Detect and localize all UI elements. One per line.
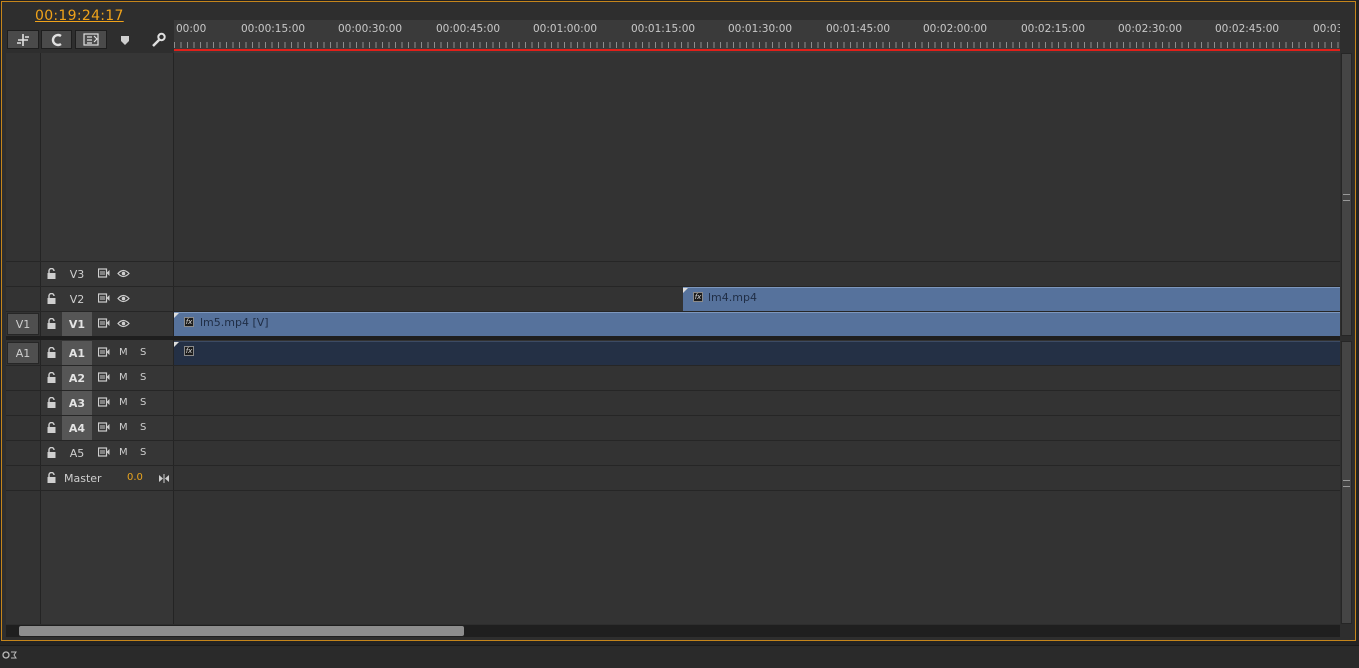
ruler-label: 00:00:15:00	[241, 23, 306, 35]
row-divider	[6, 465, 1340, 466]
row-divider	[6, 415, 1340, 416]
solo-button[interactable]: S	[140, 397, 146, 408]
marker-icon[interactable]	[115, 31, 135, 49]
scroll-grip[interactable]	[1343, 480, 1350, 487]
clip-name: lm5.mp4 [V]	[200, 316, 269, 329]
mute-button[interactable]: M	[119, 347, 128, 358]
row-divider	[6, 261, 1340, 262]
sync-lock-icon[interactable]	[98, 318, 110, 328]
sync-lock-icon[interactable]	[98, 372, 110, 382]
solo-button[interactable]: S	[140, 372, 146, 383]
eye-icon[interactable]	[117, 269, 130, 278]
clip-v2[interactable]: fx lm4.mp4	[683, 287, 1340, 311]
mute-button[interactable]: M	[119, 397, 128, 408]
sync-lock-icon[interactable]	[98, 293, 110, 303]
clip-a1[interactable]: fx	[174, 341, 1340, 365]
master-label: Master	[64, 472, 102, 485]
clip-start-marker	[174, 342, 179, 347]
add-marker-button[interactable]	[75, 30, 107, 49]
sync-lock-icon[interactable]	[98, 347, 110, 357]
ruler-label: 00:01:45:00	[826, 23, 891, 35]
track-name[interactable]: V2	[62, 287, 92, 311]
track-name[interactable]: V1	[62, 312, 92, 336]
ruler-label: 00:00	[176, 23, 207, 35]
time-ruler[interactable]: 00:00 00:00:15:00 00:00:30:00 00:00:45:0…	[174, 20, 1340, 54]
eye-icon[interactable]	[117, 294, 130, 303]
solo-button[interactable]: S	[140, 422, 146, 433]
row-divider	[6, 365, 1340, 366]
clip-start-marker	[174, 313, 179, 318]
work-area-bar[interactable]	[174, 49, 1340, 51]
ruler-label: 00:03	[1313, 23, 1340, 35]
linked-selection-button[interactable]	[41, 30, 72, 49]
audio-vertical-scrollbar[interactable]	[1341, 341, 1352, 624]
track-name[interactable]: A3	[62, 391, 92, 415]
source-patch-v1[interactable]: V1	[7, 313, 39, 335]
video-audio-divider[interactable]	[6, 336, 1340, 340]
solo-button[interactable]: S	[140, 347, 146, 358]
row-divider	[6, 390, 1340, 391]
lock-icon[interactable]	[46, 318, 57, 330]
ruler-label: 00:01:15:00	[631, 23, 696, 35]
solo-button[interactable]: S	[140, 447, 146, 458]
ruler-label: 00:02:15:00	[1021, 23, 1086, 35]
sync-lock-icon[interactable]	[98, 268, 110, 278]
ruler-label: 00:00:30:00	[338, 23, 403, 35]
source-patch-a1[interactable]: A1	[7, 342, 39, 364]
track-name[interactable]: V3	[62, 262, 92, 286]
track-name[interactable]: A5	[62, 441, 92, 465]
master-volume[interactable]: 0.0	[127, 472, 143, 483]
row-divider	[6, 490, 1340, 491]
fx-badge-icon[interactable]: fx	[693, 292, 703, 302]
track-name[interactable]: A4	[62, 416, 92, 440]
lock-icon[interactable]	[46, 372, 57, 384]
lock-icon[interactable]	[46, 347, 57, 359]
magnet-icon	[51, 33, 62, 46]
status-bar	[0, 645, 1359, 668]
fx-badge-icon[interactable]: fx	[184, 346, 194, 356]
ruler-label: 00:02:30:00	[1118, 23, 1183, 35]
ruler-label: 00:02:00:00	[923, 23, 988, 35]
ruler-label: 00:00:45:00	[436, 23, 501, 35]
clip-start-marker	[683, 288, 688, 293]
mute-button[interactable]: M	[119, 372, 128, 383]
scroll-grip[interactable]	[1343, 194, 1350, 201]
track-name[interactable]: A2	[62, 366, 92, 390]
video-vertical-scrollbar[interactable]	[1341, 53, 1352, 336]
lock-icon[interactable]	[46, 268, 57, 280]
mute-button[interactable]: M	[119, 422, 128, 433]
ruler-label: 00:02:45:00	[1215, 23, 1280, 35]
ruler-ticks	[174, 42, 1340, 48]
lock-icon[interactable]	[46, 472, 57, 484]
eye-icon[interactable]	[117, 319, 130, 328]
go-to-end-icon[interactable]	[158, 474, 170, 483]
ruler-label: 00:01:00:00	[533, 23, 598, 35]
track-name[interactable]: A1	[62, 341, 92, 365]
sequence-icon	[83, 33, 99, 46]
sync-lock-icon[interactable]	[98, 397, 110, 407]
fx-badge-icon[interactable]: fx	[184, 317, 194, 327]
clip-name: lm4.mp4	[708, 291, 757, 304]
lock-icon[interactable]	[46, 293, 57, 305]
snap-icon	[17, 33, 29, 46]
mute-button[interactable]: M	[119, 447, 128, 458]
lock-icon[interactable]	[46, 447, 57, 459]
settings-wrench-icon[interactable]	[148, 31, 168, 49]
render-status-icon[interactable]	[2, 650, 18, 660]
playhead-timecode[interactable]: 00:19:24:17	[35, 8, 124, 24]
ruler-label: 00:01:30:00	[728, 23, 793, 35]
zoom-scroll-thumb[interactable]	[19, 626, 464, 636]
lock-icon[interactable]	[46, 422, 57, 434]
sync-lock-icon[interactable]	[98, 422, 110, 432]
clip-v1[interactable]: fx lm5.mp4 [V]	[174, 312, 1340, 336]
sync-lock-icon[interactable]	[98, 447, 110, 457]
snap-button[interactable]	[7, 30, 39, 49]
lock-icon[interactable]	[46, 397, 57, 409]
row-divider	[6, 440, 1340, 441]
